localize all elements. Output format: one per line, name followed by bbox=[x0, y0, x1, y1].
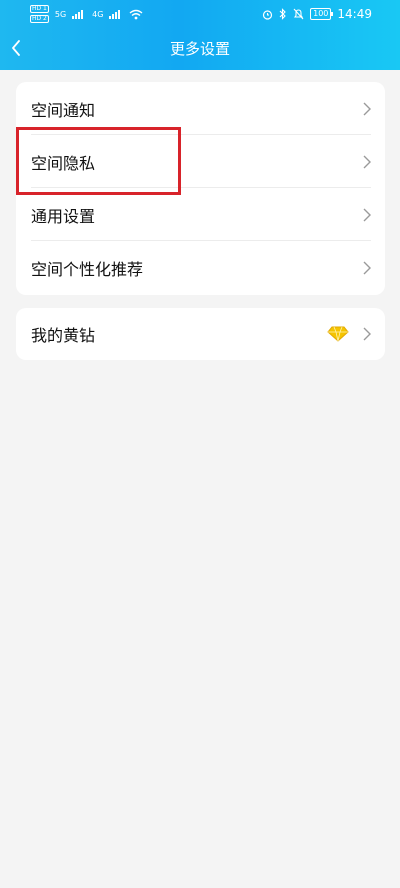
settings-item-my-yellow-diamond[interactable]: 我的黄钻 bbox=[16, 308, 385, 360]
wifi-icon bbox=[130, 9, 143, 19]
status-bar: HD 1 HD 2 5G 4G 100 14:49 bbox=[0, 0, 400, 28]
chevron-right-icon bbox=[363, 327, 371, 341]
settings-group-vip: 我的黄钻 bbox=[16, 308, 385, 360]
settings-item-space-privacy[interactable]: 空间隐私 bbox=[16, 135, 385, 188]
settings-item-personalized-recommendation[interactable]: 空间个性化推荐 bbox=[16, 241, 385, 294]
settings-item-label: 空间个性化推荐 bbox=[31, 259, 144, 279]
settings-group-main: 空间通知 空间隐私 通用设置 空间个性化推荐 bbox=[16, 82, 385, 295]
chevron-right-icon bbox=[363, 102, 371, 115]
bluetooth-icon bbox=[279, 8, 286, 20]
app-header: HD 1 HD 2 5G 4G 100 14:49 更多设置 bbox=[0, 0, 400, 70]
chevron-right-icon bbox=[363, 261, 371, 274]
settings-item-space-notification[interactable]: 空间通知 bbox=[16, 82, 385, 135]
settings-item-label: 通用设置 bbox=[31, 206, 96, 226]
network-1-label: 5G bbox=[54, 9, 67, 19]
status-left: HD 1 HD 2 5G 4G bbox=[30, 4, 143, 24]
settings-item-label: 我的黄钻 bbox=[31, 326, 96, 345]
network-2-label: 4G bbox=[92, 9, 104, 19]
page-title: 更多设置 bbox=[169, 40, 230, 58]
hd-bottom-badge: HD 2 bbox=[30, 15, 49, 23]
alarm-icon bbox=[263, 9, 273, 20]
hd-indicators: HD 1 HD 2 bbox=[30, 5, 49, 23]
signal-1-icon bbox=[72, 10, 84, 19]
yellow-diamond-icon bbox=[327, 326, 349, 342]
settings-item-label: 空间隐私 bbox=[31, 153, 96, 173]
hd-top-badge: HD 1 bbox=[30, 5, 49, 13]
settings-item-label: 空间通知 bbox=[31, 100, 96, 120]
chevron-right-icon bbox=[363, 155, 371, 168]
status-right: 100 14:49 bbox=[262, 5, 372, 23]
settings-item-general-settings[interactable]: 通用设置 bbox=[16, 188, 385, 241]
mute-icon bbox=[293, 8, 304, 20]
chevron-right-icon bbox=[363, 208, 371, 221]
status-time: 14:49 bbox=[337, 7, 372, 21]
battery-icon: 100 bbox=[310, 8, 334, 20]
signal-2-icon bbox=[109, 10, 121, 19]
